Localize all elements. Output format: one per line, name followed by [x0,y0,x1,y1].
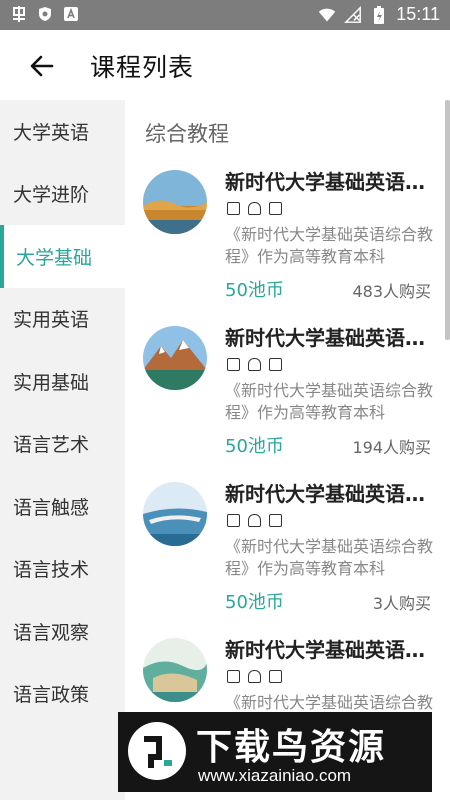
course-title: 新时代大学基础英语综合教程 [225,482,435,506]
course-description: 《新时代大学基础英语综合教程》作为高等教育本科 [225,225,434,266]
course-buyers: 483人购买 [352,282,431,301]
sidebar-item-daxue-jinjie[interactable]: 大学进阶 [0,163,125,226]
watermark-title: 下载鸟资源 [196,727,387,768]
sidebar-item-yuyan-chugan[interactable]: 语言触感 [0,475,125,538]
course-description: 《新时代大学基础英语综合教程》作为高等教育本科 [225,537,434,578]
no-signal-icon [344,5,362,24]
a-icon [62,5,80,23]
sidebar-item-yuyan-guancha[interactable]: 语言观察 [0,600,125,663]
status-bar: 15:11 [0,0,450,30]
course-title: 新时代大学基础英语综合教程 [225,326,435,350]
sidebar-item-shiyong-yingyu[interactable]: 实用英语 [0,288,125,351]
course-title: 新时代大学基础英语综合教程 [225,638,435,662]
watermark-banner: 下载鸟资源 www.xiazainiao.com [118,712,432,792]
arrow-left-icon [30,55,54,77]
sidebar-item-yuyan-jishu[interactable]: 语言技术 [0,538,125,601]
video-icon [227,514,240,527]
watermark-url: www.xiazainiao.com [198,766,352,785]
course-cover-image [143,170,207,234]
video-icon [227,358,240,371]
sidebar-item-yuyan-yishu[interactable]: 语言艺术 [0,413,125,476]
course-title: 新时代大学基础英语综合教程 [225,170,435,194]
app-icon [10,5,28,23]
course-list: 综合教程 新时代大学基础英语综合教程 《新时代大学基础英语综合教程》作为高等教育… [125,100,450,800]
document-icon [269,670,282,683]
page-title: 课程列表 [90,53,195,82]
course-feature-icons [227,358,282,371]
document-icon [269,202,282,215]
scrollbar[interactable] [445,100,450,340]
headphones-icon [248,202,261,215]
sidebar-item-yuyan-zhengce[interactable]: 语言政策 [0,663,125,726]
headphones-icon [248,514,261,527]
course-card[interactable]: 新时代大学基础英语综合教程 《新时代大学基础英语综合教程》作为高等教育本科 50… [143,322,443,472]
status-time: 15:11 [396,4,440,24]
sidebar-item-daxue-yingyu[interactable]: 大学英语 [0,100,125,163]
course-feature-icons [227,202,282,215]
course-feature-icons [227,670,282,683]
back-button[interactable] [26,50,58,82]
shield-icon [36,5,54,23]
course-price: 50池币 [225,280,284,301]
course-feature-icons [227,514,282,527]
headphones-icon [248,670,261,683]
video-icon [227,670,240,683]
status-right-icons: 15:11 [318,4,440,25]
app-header: 课程列表 [0,30,450,100]
document-icon [269,358,282,371]
course-buyers: 194人购买 [352,438,431,457]
sidebar-item-daxue-jichu[interactable]: 大学基础 [0,225,125,288]
headphones-icon [248,358,261,371]
category-sidebar: 大学英语 大学进阶 大学基础 实用英语 实用基础 语言艺术 语言触感 语言技术 … [0,100,125,800]
course-price: 50池币 [225,592,284,613]
sidebar-item-shiyong-jichu[interactable]: 实用基础 [0,350,125,413]
status-left-icons [10,5,80,23]
course-cover-image [143,482,207,546]
course-price: 50池币 [225,436,284,457]
course-buyers: 3人购买 [372,594,431,613]
wifi-icon [318,6,336,24]
course-card[interactable]: 新时代大学基础英语综合教程 《新时代大学基础英语综合教程》作为高等教育本科 50… [143,166,443,316]
battery-charging-icon [370,5,388,24]
bird-logo-icon [126,720,188,782]
document-icon [269,514,282,527]
course-cover-image [143,638,207,702]
course-cover-image [143,326,207,390]
video-icon [227,202,240,215]
course-card[interactable]: 新时代大学基础英语综合教程 《新时代大学基础英语综合教程》作为高等教育本科 50… [143,478,443,628]
course-description: 《新时代大学基础英语综合教程》作为高等教育本科 [225,381,434,422]
section-title: 综合教程 [145,122,229,146]
